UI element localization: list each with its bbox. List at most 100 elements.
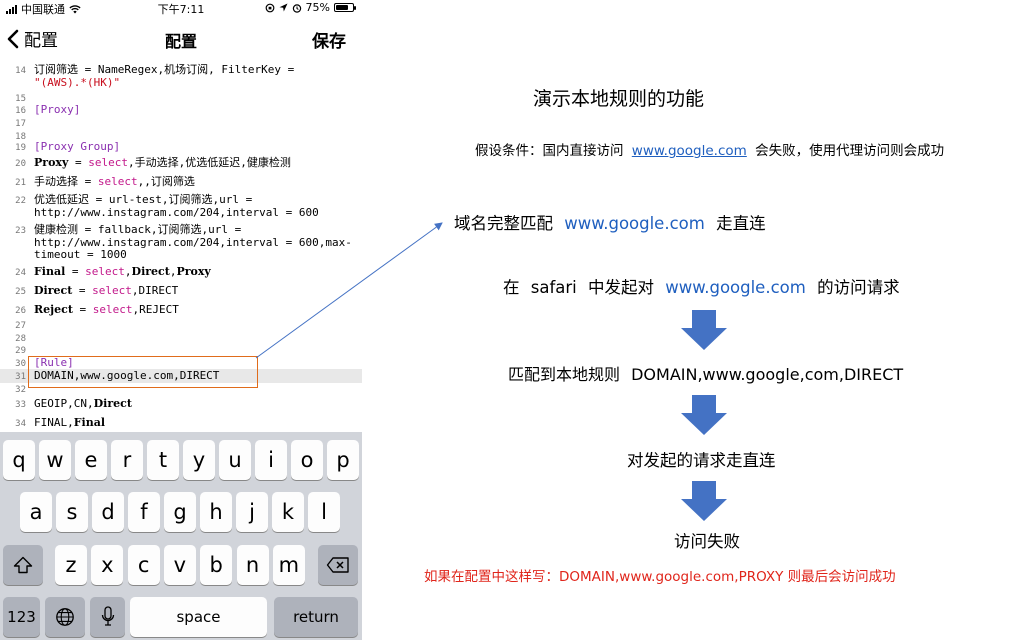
connector-arrow <box>255 222 443 359</box>
key-l[interactable]: l <box>308 492 340 532</box>
exact-match-prefix: 域名完整匹配 <box>454 214 553 233</box>
key-k[interactable]: k <box>272 492 304 532</box>
step-2-text: 匹配到本地规则 DOMAIN,www.google,com,DIRECT <box>508 361 903 385</box>
save-button[interactable]: 保存 <box>312 27 346 52</box>
code-token: Reject <box>34 303 73 316</box>
code-token: Direct <box>34 284 73 297</box>
key-o[interactable]: o <box>291 440 323 480</box>
line-code: Proxy = select,手动选择,优选低延迟,健康检测 <box>34 156 354 170</box>
line-number: 16 <box>15 106 26 116</box>
code-token: Direct <box>131 265 170 278</box>
exact-match-link[interactable]: www.google.com <box>564 214 705 233</box>
back-button[interactable]: 配置 <box>6 26 58 51</box>
step-4-text: 访问失败 <box>674 532 740 551</box>
line-number: 26 <box>15 306 26 316</box>
line-number: 30 <box>15 359 26 369</box>
key-y[interactable]: y <box>183 440 215 480</box>
code-token: Direct <box>93 397 132 410</box>
on-screen-keyboard: 123 space return qwertyuiop asdfghjkl zxcv… <box>0 432 362 640</box>
key-d[interactable]: d <box>92 492 124 532</box>
line-code: [Proxy] <box>34 103 354 117</box>
key-v[interactable]: v <box>163 545 196 585</box>
code-token: select <box>88 156 128 169</box>
line-number: 25 <box>15 287 26 297</box>
battery-icon <box>334 3 356 12</box>
key-m[interactable]: m <box>272 545 305 585</box>
step-1-text: 在 safari 中发起对 www.google.com 的访问请求 <box>503 274 900 298</box>
dictation-key[interactable] <box>90 597 125 637</box>
assumption-suffix: 会失败，使用代理访问则会成功 <box>755 143 945 159</box>
code-token: select <box>85 265 125 278</box>
code-token: ,,订阅筛选 <box>137 175 195 188</box>
code-token: Final <box>34 265 66 278</box>
step-1-mid: 中发起对 <box>588 278 654 297</box>
line-number: 22 <box>15 196 26 206</box>
alarm-icon <box>292 3 301 13</box>
status-bar: 中国联通 下午7:11 75% <box>0 0 362 16</box>
return-key[interactable]: return <box>274 597 358 637</box>
key-r[interactable]: r <box>111 440 143 480</box>
globe-icon <box>56 608 74 626</box>
code-token: FINAL, <box>34 416 74 429</box>
key-b[interactable]: b <box>200 545 233 585</box>
shift-key[interactable] <box>3 545 43 585</box>
key-n[interactable]: n <box>236 545 269 585</box>
key-z[interactable]: z <box>55 545 87 585</box>
key-p[interactable]: p <box>327 440 359 480</box>
globe-key[interactable] <box>45 597 85 637</box>
line-code: FINAL,Final <box>34 416 354 430</box>
line-number: 32 <box>15 385 26 395</box>
code-token: ,手动选择,优选低延迟,健康检测 <box>127 156 291 169</box>
code-token: 订阅筛选 = NameRegex,机场订阅, FilterKey = <box>34 63 301 76</box>
key-a[interactable]: a <box>20 492 52 532</box>
key-x[interactable]: x <box>91 545 124 585</box>
line-number: 14 <box>15 66 26 76</box>
line-code: "(AWS).*(HK)" <box>34 76 354 90</box>
code-token: Final <box>73 416 106 429</box>
line-number: 27 <box>15 321 26 331</box>
code-token: GEOIP,CN, <box>34 397 94 410</box>
microphone-icon <box>101 606 114 626</box>
key-u[interactable]: u <box>219 440 251 480</box>
exact-match-suffix: 走直连 <box>716 214 766 233</box>
numbers-key[interactable]: 123 <box>3 597 40 637</box>
line-number: 34 <box>15 419 26 429</box>
line-number: 18 <box>15 132 26 142</box>
step-1-link[interactable]: www.google.com <box>665 278 806 297</box>
key-g[interactable]: g <box>164 492 196 532</box>
key-e[interactable]: e <box>75 440 107 480</box>
code-token: = <box>65 265 86 278</box>
key-w[interactable]: w <box>39 440 71 480</box>
key-f[interactable]: f <box>128 492 160 532</box>
key-j[interactable]: j <box>236 492 268 532</box>
key-h[interactable]: h <box>200 492 232 532</box>
note-text: 如果在配置中这样写：DOMAIN,www.google.com,PROXY 则最… <box>424 569 896 585</box>
step-1-prefix: 在 <box>503 278 520 297</box>
code-token: 手动选择 = <box>34 175 98 188</box>
backspace-key[interactable] <box>318 545 358 585</box>
line-code: 订阅筛选 = NameRegex,机场订阅, FilterKey = <box>34 63 354 77</box>
step-2-rule: DOMAIN,www.google,com,DIRECT <box>631 365 904 384</box>
space-key[interactable]: space <box>130 597 267 637</box>
down-arrow-2 <box>681 395 727 435</box>
key-s[interactable]: s <box>56 492 88 532</box>
backspace-icon <box>326 557 349 573</box>
code-token: select <box>97 175 138 188</box>
code-token: [Proxy Group] <box>34 140 121 153</box>
battery-percent: 75% <box>305 1 330 14</box>
line-number: 21 <box>15 178 26 188</box>
key-c[interactable]: c <box>127 545 160 585</box>
code-token: [Proxy] <box>34 103 81 116</box>
key-q[interactable]: q <box>3 440 35 480</box>
line-number: 17 <box>15 119 26 129</box>
line-number: 33 <box>15 400 26 410</box>
down-arrow-3 <box>681 481 727 521</box>
assumption-link[interactable]: www.google.com <box>632 143 747 159</box>
line-code: [Proxy Group] <box>34 140 354 154</box>
line-number: 19 <box>15 143 26 153</box>
key-i[interactable]: i <box>255 440 287 480</box>
assumption-prefix: 假设条件：国内直接访问 <box>475 143 624 159</box>
code-token: = <box>72 284 93 297</box>
code-token: select <box>92 303 133 316</box>
key-t[interactable]: t <box>147 440 179 480</box>
